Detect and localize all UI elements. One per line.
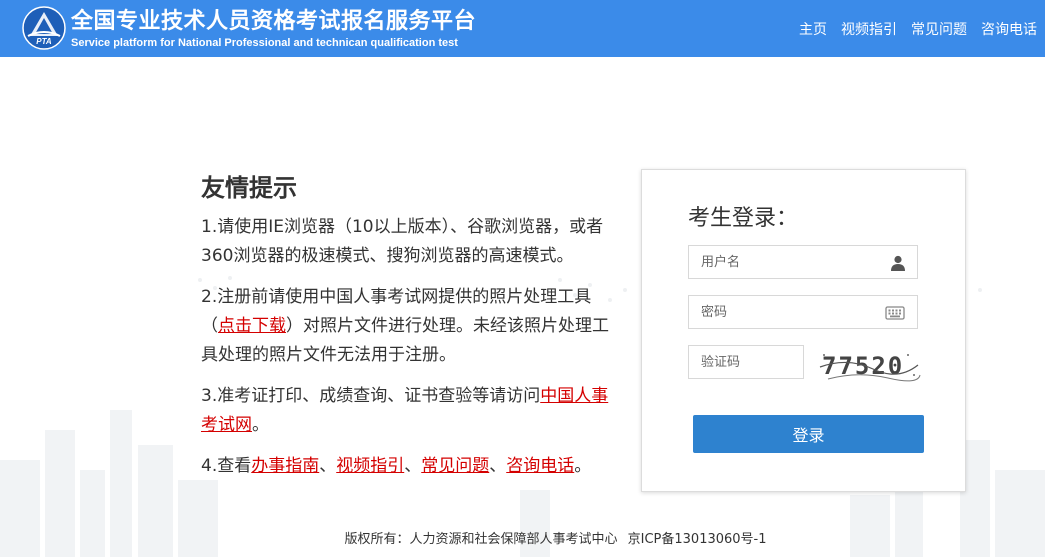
tips-section: 友情提示 1.请使用IE浏览器（10以上版本）、谷歌浏览器，或者360浏览器的极… — [201, 168, 621, 493]
tip-cpta-text: 3.准考证打印、成绩查询、证书查验等请访问 — [201, 386, 541, 406]
video-guide-link[interactable]: 视频指引 — [336, 456, 404, 476]
tip-view-end: 。 — [574, 456, 592, 476]
separator: 、 — [404, 456, 422, 476]
nav-home[interactable]: 主页 — [799, 19, 827, 39]
captcha-text: 77520 — [822, 352, 904, 380]
tip-view: 4.查看办事指南、视频指引、常见问题、咨询电话。 — [201, 452, 621, 481]
logo-text: PTA — [36, 37, 52, 46]
site-title: 全国专业技术人员资格考试报名服务平台 — [71, 9, 477, 34]
separator: 、 — [319, 456, 337, 476]
tips-heading: 友情提示 — [201, 174, 297, 202]
site-subtitle: Service platform for National Profession… — [71, 37, 458, 49]
footer: 版权所有：人力资源和社会保障部人事考试中心 京ICP备13013060号-1 — [0, 528, 1045, 547]
guide-link[interactable]: 办事指南 — [251, 456, 319, 476]
username-input[interactable] — [689, 246, 881, 278]
nav-video-guide[interactable]: 视频指引 — [841, 19, 897, 39]
download-link[interactable]: 点击下载 — [218, 316, 286, 336]
nav-faq[interactable]: 常见问题 — [911, 19, 967, 39]
nav-consult-phone[interactable]: 咨询电话 — [981, 19, 1037, 39]
login-button[interactable]: 登录 — [693, 415, 924, 453]
captcha-field-box — [688, 345, 804, 379]
keyboard-icon[interactable] — [885, 304, 905, 322]
captcha-image[interactable]: 77520 — [818, 345, 922, 385]
consult-phone-link[interactable]: 咨询电话 — [506, 456, 574, 476]
password-input[interactable] — [689, 296, 881, 328]
copyright-text: 版权所有：人力资源和社会保障部人事考试中心 — [344, 532, 618, 547]
tip-photo-tool: 2.注册前请使用中国人事考试网提供的照片处理工具（点击下载）对照片文件进行处理。… — [201, 283, 621, 370]
tip-cpta: 3.准考证打印、成绩查询、证书查验等请访问中国人事考试网。 — [201, 382, 621, 440]
pta-logo-icon: PTA — [22, 6, 66, 50]
faq-link[interactable]: 常见问题 — [421, 456, 489, 476]
icp-text: 京ICP备13013060号-1 — [627, 532, 767, 547]
tip-view-text: 4.查看 — [201, 456, 252, 476]
password-field-box — [688, 295, 918, 329]
captcha-input[interactable] — [689, 346, 801, 378]
user-icon — [891, 255, 905, 271]
tip-cpta-end: 。 — [252, 415, 269, 435]
top-nav: 主页 视频指引 常见问题 咨询电话 — [785, 19, 1037, 39]
tip-browser: 1.请使用IE浏览器（10以上版本）、谷歌浏览器，或者360浏览器的极速模式、搜… — [201, 217, 604, 266]
separator: 、 — [489, 456, 507, 476]
username-field-box — [688, 245, 918, 279]
login-panel: 考生登录： 77520 登录 — [641, 169, 966, 492]
header-bar: PTA 全国专业技术人员资格考试报名服务平台 Service platform … — [0, 0, 1045, 57]
login-title: 考生登录： — [688, 206, 799, 231]
